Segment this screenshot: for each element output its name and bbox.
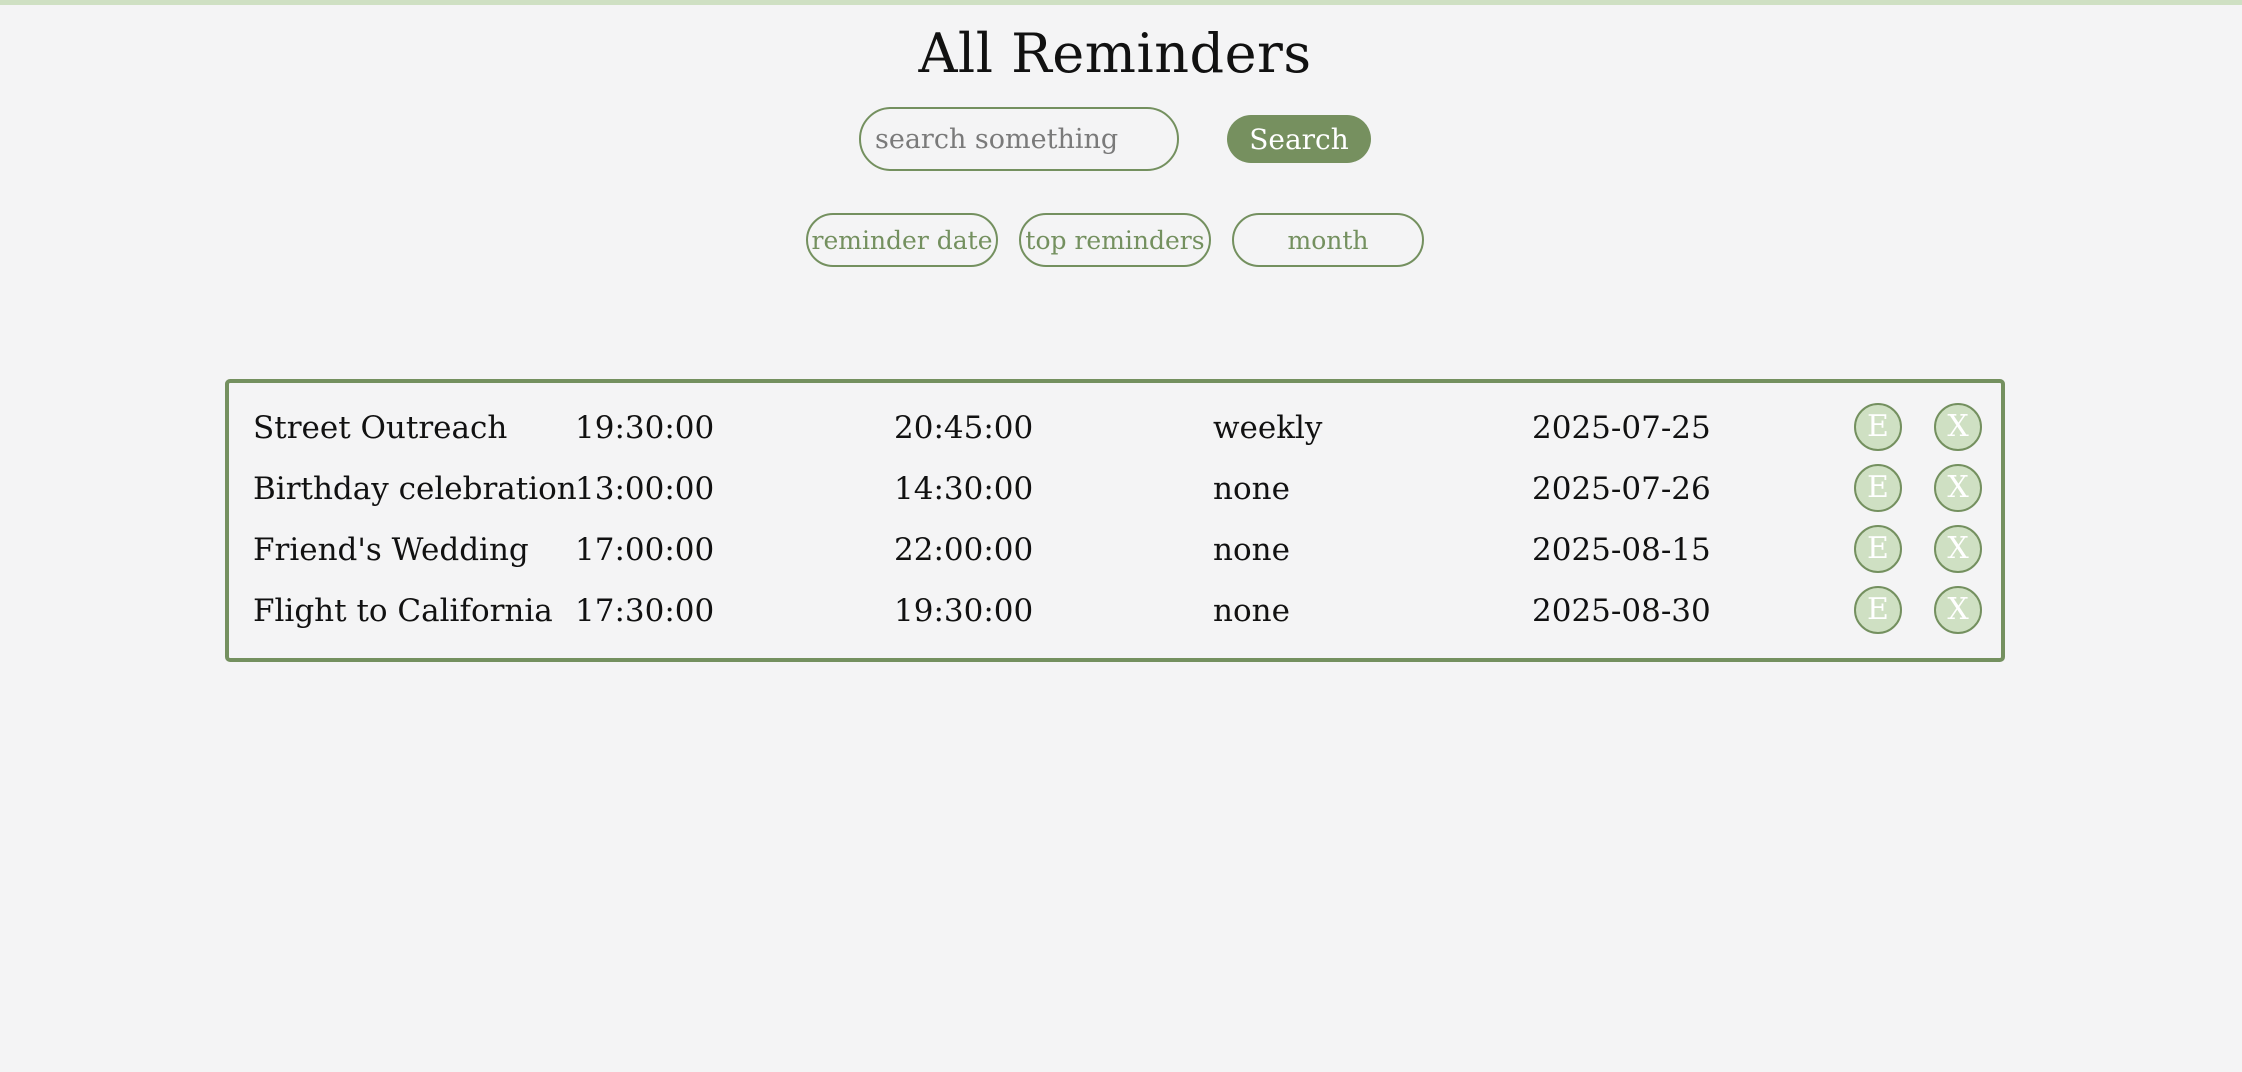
reminder-row: Friend's Wedding 17:00:00 22:00:00 none … (229, 520, 2001, 581)
delete-reminder-button[interactable]: X (1934, 464, 1982, 512)
edit-reminder-button[interactable]: E (1854, 525, 1902, 573)
search-button[interactable]: Search (1227, 115, 1371, 163)
reminder-title: Friend's Wedding (253, 532, 529, 568)
reminder-row: Street Outreach 19:30:00 20:45:00 weekly… (229, 398, 2001, 459)
reminder-repeat: weekly (1213, 410, 1323, 446)
reminder-date: 2025-08-30 (1532, 593, 1711, 629)
reminder-end-time: 14:30:00 (894, 471, 1034, 507)
reminder-start-time: 17:30:00 (575, 593, 715, 629)
reminder-start-time: 17:00:00 (575, 532, 715, 568)
reminder-start-time: 13:00:00 (575, 471, 715, 507)
edit-reminder-button[interactable]: E (1854, 403, 1902, 451)
top-accent-strip (0, 0, 2242, 5)
delete-reminder-button[interactable]: X (1934, 525, 1982, 573)
filter-top-reminders-button[interactable]: top reminders (1019, 213, 1211, 267)
delete-reminder-button[interactable]: X (1934, 586, 1982, 634)
reminder-row: Birthday celebration 13:00:00 14:30:00 n… (229, 459, 2001, 520)
reminder-date: 2025-07-25 (1532, 410, 1711, 446)
reminder-title: Birthday celebration (253, 471, 577, 507)
reminder-row: Flight to California 17:30:00 19:30:00 n… (229, 581, 2001, 642)
edit-reminder-button[interactable]: E (1854, 586, 1902, 634)
reminder-end-time: 22:00:00 (894, 532, 1034, 568)
reminder-repeat: none (1213, 532, 1290, 568)
reminder-end-time: 20:45:00 (894, 410, 1034, 446)
reminder-start-time: 19:30:00 (575, 410, 715, 446)
reminder-title: Flight to California (253, 593, 553, 629)
reminders-list: Street Outreach 19:30:00 20:45:00 weekly… (225, 379, 2005, 662)
reminder-date: 2025-07-26 (1532, 471, 1711, 507)
reminder-repeat: none (1213, 471, 1290, 507)
reminder-end-time: 19:30:00 (894, 593, 1034, 629)
delete-reminder-button[interactable]: X (1934, 403, 1982, 451)
search-input[interactable] (859, 107, 1179, 171)
reminder-title: Street Outreach (253, 410, 508, 446)
filter-reminder-date-button[interactable]: reminder date (806, 213, 998, 267)
filter-month-button[interactable]: month (1232, 213, 1424, 267)
reminder-repeat: none (1213, 593, 1290, 629)
page-title: All Reminders (918, 22, 1312, 85)
reminder-date: 2025-08-15 (1532, 532, 1711, 568)
edit-reminder-button[interactable]: E (1854, 464, 1902, 512)
